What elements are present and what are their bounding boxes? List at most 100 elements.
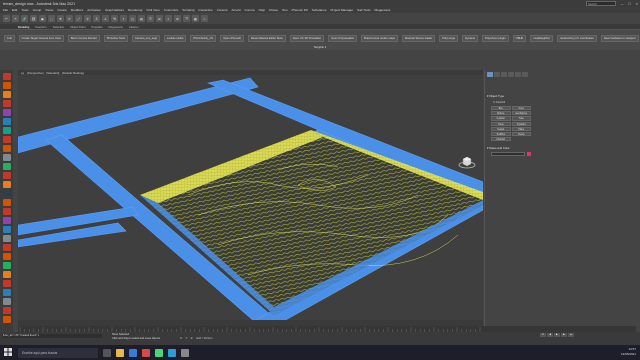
create-plane-button[interactable]: Plane bbox=[511, 126, 531, 131]
create-cone-button[interactable]: Cone bbox=[511, 106, 531, 111]
toolbar-tool-icon[interactable]: ◐ bbox=[165, 15, 172, 22]
toolbar-tool-icon[interactable]: 🔗 bbox=[21, 15, 28, 22]
viewport-view-label[interactable]: [Perspective] bbox=[27, 71, 43, 75]
menu-item-content[interactable]: Content bbox=[217, 8, 228, 12]
script-launcher-icon[interactable] bbox=[2, 280, 11, 287]
shelf-button[interactable]: msqtNeighbor bbox=[530, 34, 553, 42]
windows-start-icon[interactable] bbox=[4, 348, 12, 356]
shelf-button[interactable]: Open Viz 3D Simulation bbox=[289, 34, 325, 42]
shelf-button[interactable]: Open Polyvisualize bbox=[328, 34, 358, 42]
create-tab-icon[interactable] bbox=[487, 72, 493, 77]
prev-frame-icon[interactable]: ◀ bbox=[547, 333, 553, 337]
shelf-button[interactable]: Material Texture loader bbox=[401, 34, 436, 42]
script-launcher-icon[interactable] bbox=[2, 253, 11, 260]
taskbar-clock[interactable]: 13:57 12/05/2021 bbox=[621, 347, 636, 357]
menu-item-phoenix-fd[interactable]: Phoenix FD bbox=[292, 8, 308, 12]
menu-item-arnold[interactable]: Arnold bbox=[232, 8, 241, 12]
script-launcher-icon[interactable] bbox=[2, 289, 11, 296]
shelf-button[interactable]: Create Target Camera from View bbox=[18, 34, 64, 42]
menu-item-civil-view[interactable]: Civil View bbox=[146, 8, 159, 12]
goto-end-icon[interactable]: ⏭ bbox=[568, 333, 574, 337]
create-textplus-button[interactable]: TextPlus bbox=[491, 131, 511, 137]
shelf-button[interactable]: Polycloner plugin bbox=[482, 34, 509, 42]
toolbar-tool-icon[interactable]: ↶ bbox=[3, 15, 10, 22]
viewport-menu-plus[interactable]: [+] bbox=[21, 71, 24, 75]
toolbar-tool-icon[interactable]: ☰ bbox=[147, 15, 154, 22]
ribbon-tab-object-paint[interactable]: Object Paint bbox=[70, 25, 85, 29]
shelf-button[interactable]: BrainCorona render maps bbox=[361, 34, 398, 42]
toolbar-tool-icon[interactable]: ⌖ bbox=[120, 15, 127, 22]
script-launcher-icon[interactable] bbox=[2, 316, 11, 323]
script-launcher-icon[interactable] bbox=[2, 100, 11, 107]
object-color-swatch[interactable] bbox=[527, 152, 531, 156]
goto-start-icon[interactable]: ⏮ bbox=[540, 333, 546, 337]
toolbar-tool-icon[interactable]: ▤ bbox=[138, 15, 145, 22]
toolbar-tool-icon[interactable]: ◫ bbox=[129, 15, 136, 22]
menu-item-chaos[interactable]: Chaos bbox=[269, 8, 278, 12]
menu-item-create[interactable]: Create bbox=[57, 8, 66, 12]
menu-item-itoo[interactable]: iToo bbox=[282, 8, 288, 12]
script-launcher-icon[interactable] bbox=[2, 145, 11, 152]
menu-item-help[interactable]: Help bbox=[259, 8, 265, 12]
search-input[interactable]: Search bbox=[586, 1, 616, 6]
create-geosphere-button[interactable]: GeoSphere bbox=[511, 111, 531, 116]
script-launcher-icon[interactable] bbox=[2, 91, 11, 98]
play-icon[interactable]: ▶ bbox=[554, 333, 560, 337]
menu-item-customize[interactable]: Customize bbox=[164, 8, 179, 12]
create-torus-button[interactable]: Torus bbox=[491, 121, 511, 126]
script-launcher-icon[interactable] bbox=[2, 154, 11, 161]
menu-item-tools[interactable]: Tools bbox=[21, 8, 28, 12]
shelf-button[interactable]: Polymerge bbox=[439, 34, 459, 42]
object-name-field[interactable] bbox=[491, 152, 525, 156]
hierarchy-tab-icon[interactable] bbox=[501, 72, 507, 77]
viewport-shading-label[interactable]: [Standard] bbox=[46, 71, 59, 75]
script-launcher-icon[interactable] bbox=[2, 73, 11, 80]
script-launcher-icon[interactable] bbox=[2, 208, 11, 215]
menu-item-animation[interactable]: Animation bbox=[87, 8, 101, 12]
menu-item-scripting[interactable]: Scripting bbox=[182, 8, 194, 12]
menu-item-file[interactable]: File bbox=[3, 8, 8, 12]
shelf-button[interactable]: Dynamo bbox=[462, 34, 479, 42]
menu-item-modifiers[interactable]: Modifiers bbox=[71, 8, 84, 12]
file-explorer-icon[interactable] bbox=[116, 348, 124, 357]
modify-tab-icon[interactable] bbox=[494, 72, 500, 77]
create-sphere-button[interactable]: Sphere bbox=[491, 111, 511, 116]
menu-item-megascans[interactable]: Megascans bbox=[375, 8, 391, 12]
toolbar-tool-icon[interactable]: % bbox=[111, 15, 118, 22]
script-launcher-icon[interactable] bbox=[2, 82, 11, 89]
menu-item-corona[interactable]: Corona bbox=[245, 8, 255, 12]
menu-item-substance[interactable]: Substance bbox=[312, 8, 327, 12]
ribbon-tab-modeling[interactable]: Modeling bbox=[18, 25, 29, 29]
toolbar-tool-icon[interactable]: ∠ bbox=[102, 15, 109, 22]
menu-item-edit[interactable]: Edit bbox=[12, 8, 17, 12]
toolbar-tool-icon[interactable]: 🎬 bbox=[183, 15, 190, 22]
script-launcher-icon[interactable] bbox=[2, 118, 11, 125]
script-launcher-icon[interactable] bbox=[2, 127, 11, 134]
script-launcher-icon[interactable] bbox=[2, 109, 11, 116]
shelf-button[interactable]: Photoline Tools bbox=[103, 34, 128, 42]
minimize-icon[interactable]: – bbox=[621, 1, 623, 6]
shelf-button[interactable]: OBHP bbox=[512, 34, 527, 42]
ribbon-tab-populate[interactable]: Populate bbox=[91, 25, 102, 29]
script-launcher-icon[interactable] bbox=[2, 217, 11, 224]
viewcube-icon[interactable] bbox=[458, 155, 476, 169]
menu-item-views[interactable]: Views bbox=[45, 8, 53, 12]
menu-item-graph-editors[interactable]: Graph Editors bbox=[105, 8, 124, 12]
viewport-style-label[interactable]: [Default Shading] bbox=[62, 71, 83, 75]
script-launcher-icon[interactable] bbox=[2, 226, 11, 233]
script-launcher-icon[interactable] bbox=[2, 262, 11, 269]
toolbar-tool-icon[interactable]: 3 bbox=[93, 15, 100, 22]
ribbon-tab-selection[interactable]: Selection bbox=[53, 25, 65, 29]
display-tab-icon[interactable] bbox=[515, 72, 521, 77]
shelf-button[interactable]: Reset Material Editor Slots bbox=[247, 34, 286, 42]
maximize-icon[interactable]: □ bbox=[628, 1, 630, 6]
shelf-button[interactable]: Open iPhoneD bbox=[220, 34, 244, 42]
script-launcher-icon[interactable] bbox=[2, 307, 11, 314]
menu-item-interactive[interactable]: Interactive bbox=[198, 8, 212, 12]
toolbar-tool-icon[interactable]: ⌂ bbox=[201, 15, 208, 22]
toolbar-tool-icon[interactable]: ✥ bbox=[57, 15, 64, 22]
script-launcher-icon[interactable] bbox=[2, 181, 11, 188]
shelf-button[interactable]: Bert's Corona Render bbox=[67, 34, 100, 42]
toolbar-tool-icon[interactable]: ▦ bbox=[192, 15, 199, 22]
toolbar-tool-icon[interactable]: ⊞ bbox=[156, 15, 163, 22]
